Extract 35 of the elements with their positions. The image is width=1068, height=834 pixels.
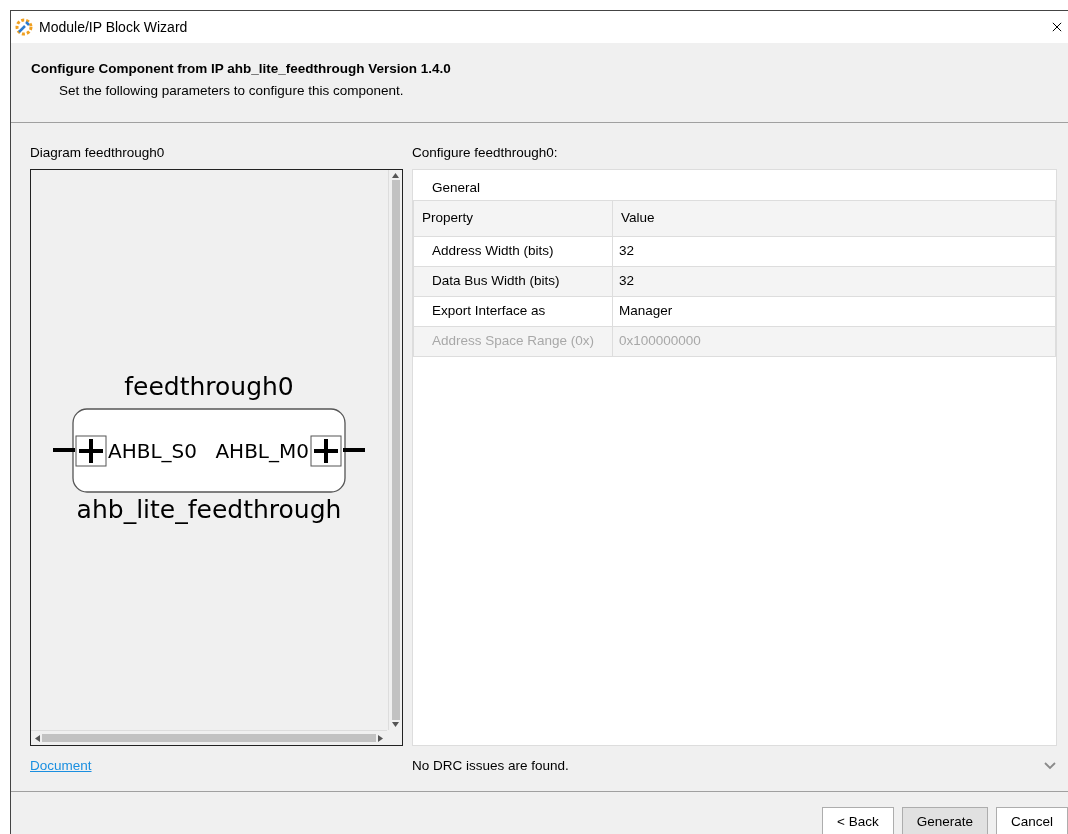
instance-name: feedthrough0 [124,372,294,401]
property-name: Export Interface as [413,296,613,327]
property-value: 0x100000000 [612,326,1056,357]
port-connector-icon [310,435,365,467]
window-title: Module/IP Block Wizard [39,17,188,37]
scroll-left-icon[interactable] [35,734,40,742]
chevron-icon[interactable] [1044,762,1056,770]
column-header: Property [413,200,613,237]
panel-label: Diagram feedthrough0 [30,145,165,160]
wizard-button[interactable]: < Back [822,807,894,834]
header-subtitle: Set the following parameters to configure this component. [58,82,405,101]
property-name: Address Space Range (0x) [413,326,613,357]
property-name: Data Bus Width (bits) [413,266,613,297]
property-value[interactable]: Manager [612,296,1056,327]
group-label: General [432,180,481,195]
wizard-button[interactable]: Generate [901,807,988,834]
property-value[interactable]: 32 [612,236,1056,267]
column-header: Value [612,200,1056,237]
port-label: AHBL_M0 [215,439,309,463]
panel-label: Configure feedthrough0: [412,145,558,160]
header-title: Configure Component from IP ahb_lite_feedthrough Version 1.4.0 [31,60,452,78]
close-button[interactable] [1052,21,1064,33]
status-message: No DRC issues are found. [412,757,569,775]
scroll-up-icon[interactable] [392,173,399,178]
component-name: ahb_lite_feedthrough [76,495,342,524]
horizontal-scrollbar[interactable] [31,730,387,745]
scroll-down-icon[interactable] [392,722,399,727]
port-label: AHBL_S0 [108,439,197,463]
vertical-scrollbar[interactable] [388,170,402,730]
wizard-icon [15,18,33,36]
port-connector-icon [53,435,107,467]
wizard-button[interactable]: Cancel [995,807,1068,834]
property-value[interactable]: 32 [612,266,1056,297]
scroll-right-icon[interactable] [378,734,383,742]
property-name: Address Width (bits) [413,236,613,267]
